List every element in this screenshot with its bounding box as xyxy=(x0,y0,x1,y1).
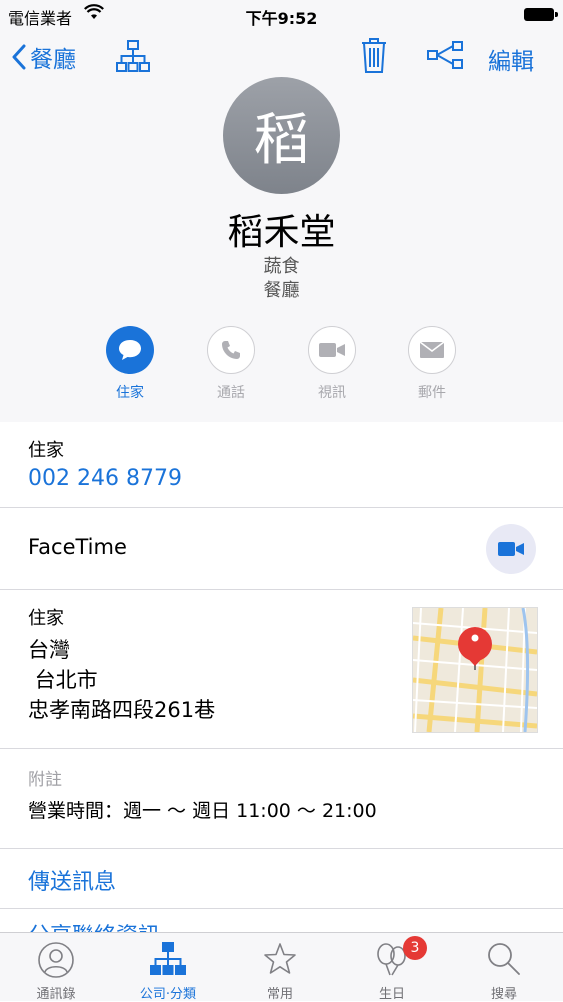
back-button[interactable]: 餐廳 xyxy=(12,40,76,74)
back-button-label: 餐廳 xyxy=(30,47,76,73)
address-city[interactable]: 台北市 xyxy=(28,664,98,694)
mail-envelope-icon xyxy=(408,326,456,374)
tab-company-category-label: 公司·分類 xyxy=(139,987,197,1002)
status-bar: 電信業者 下午9:52 xyxy=(0,0,563,30)
tab-contacts-label: 通訊錄 xyxy=(36,987,76,1002)
org-chart-icon xyxy=(112,941,224,981)
divider xyxy=(0,848,563,849)
search-icon xyxy=(448,941,560,981)
tab-search[interactable]: 搜尋 xyxy=(448,933,560,1002)
call-action-button[interactable]: 通話 xyxy=(186,326,276,402)
edit-button[interactable]: 編輯 xyxy=(488,42,534,76)
divider xyxy=(0,908,563,909)
org-chart-icon[interactable] xyxy=(115,38,151,78)
contact-subtitle-2: 餐廳 xyxy=(263,280,300,301)
mail-action-label: 郵件 xyxy=(418,385,446,401)
star-icon xyxy=(224,941,336,981)
share-icon[interactable] xyxy=(426,40,464,74)
notes-text: 營業時間：週一 ～ 週日 11:00 ～ 21:00 xyxy=(28,800,377,822)
facetime-label: FaceTime xyxy=(28,535,127,559)
contact-subtitle-1: 蔬食 xyxy=(263,256,300,277)
divider xyxy=(0,748,563,749)
tab-search-label: 搜尋 xyxy=(490,987,517,1002)
tab-contacts[interactable]: 通訊錄 xyxy=(0,933,112,1002)
address-country[interactable]: 台灣 xyxy=(28,634,70,664)
tab-favorites-label: 常用 xyxy=(266,987,293,1002)
video-action-button[interactable]: 視訊 xyxy=(287,326,377,402)
phone-type-label: 住家 xyxy=(28,440,64,461)
address-type-label: 住家 xyxy=(28,608,64,629)
status-time: 下午9:52 xyxy=(245,9,318,28)
contact-name: 稻禾堂 xyxy=(227,212,336,253)
mail-action-button[interactable]: 郵件 xyxy=(387,326,477,402)
tab-bar: 通訊錄 公司·分類 常用 生日 搜尋 xyxy=(0,932,563,1002)
divider xyxy=(0,589,563,590)
phone-icon xyxy=(207,326,255,374)
birthday-badge: 3 xyxy=(403,936,427,960)
send-message-link[interactable]: 傳送訊息 xyxy=(28,864,116,896)
battery-icon xyxy=(524,8,558,21)
call-action-label: 通話 xyxy=(217,385,245,401)
tab-birthday-label: 生日 xyxy=(378,987,405,1002)
tab-favorites[interactable]: 常用 xyxy=(224,933,336,1002)
address-street[interactable]: 忠孝南路四段261巷 xyxy=(28,694,215,724)
message-action-button[interactable]: 住家 xyxy=(85,326,175,402)
video-action-label: 視訊 xyxy=(318,385,346,401)
chevron-left-icon xyxy=(12,44,26,70)
person-circle-icon xyxy=(0,941,112,981)
avatar: 稻 xyxy=(223,77,340,194)
divider xyxy=(0,507,563,508)
trash-icon[interactable] xyxy=(360,36,388,78)
tab-birthday[interactable]: 生日 xyxy=(336,933,448,1002)
message-bubble-icon xyxy=(106,326,154,374)
facetime-video-button[interactable] xyxy=(486,524,536,574)
navigation-bar: 餐廳 編輯 xyxy=(0,32,563,82)
notes-label: 附註 xyxy=(28,770,62,790)
balloons-icon xyxy=(336,941,448,981)
action-buttons: 住家 通話 視訊 郵件 xyxy=(0,326,563,406)
phone-number-link[interactable]: 002 246 8779 xyxy=(28,466,182,491)
map-thumbnail[interactable] xyxy=(412,607,538,733)
video-camera-icon xyxy=(308,326,356,374)
message-action-label: 住家 xyxy=(116,385,144,401)
tab-company-category[interactable]: 公司·分類 xyxy=(112,933,224,1002)
video-camera-icon xyxy=(498,542,524,556)
